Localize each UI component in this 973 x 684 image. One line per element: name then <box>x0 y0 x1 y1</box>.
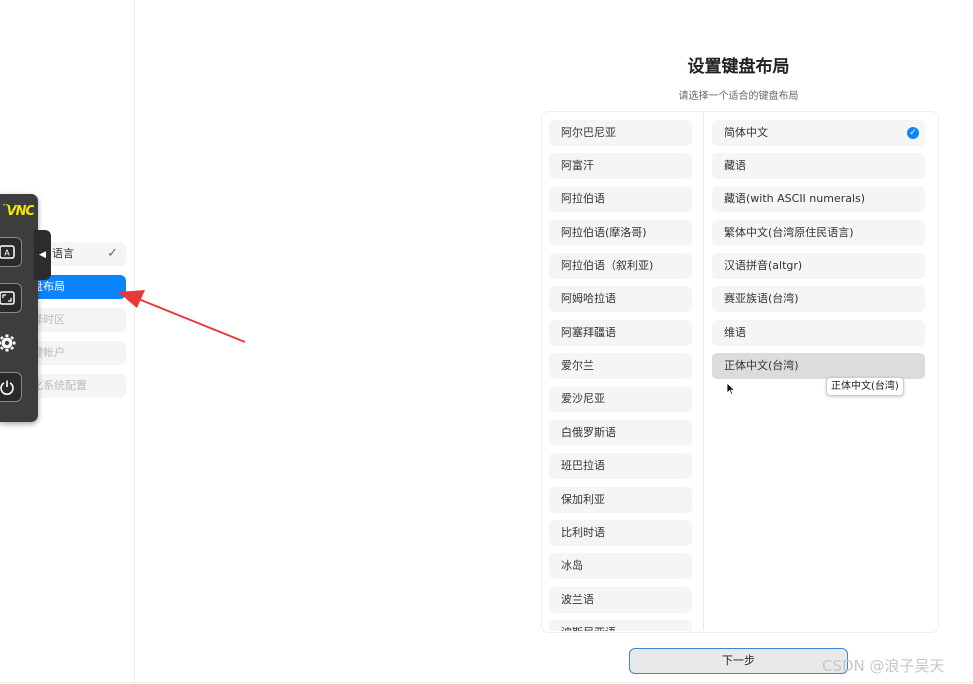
list-item[interactable]: 比利时语 <box>549 520 692 546</box>
list-item[interactable]: 保加利亚 <box>549 487 692 513</box>
fullscreen-icon[interactable] <box>0 283 22 313</box>
caret-left-icon: ◀ <box>39 250 46 260</box>
list-item[interactable]: 阿拉伯语 <box>549 186 692 212</box>
vnc-logo: •• VNC <box>2 204 34 219</box>
bottom-divider <box>0 682 973 683</box>
step-label: 语言 <box>52 247 74 260</box>
list-item[interactable]: 班巴拉语 <box>549 453 692 479</box>
list-item[interactable]: 阿塞拜疆语 <box>549 320 692 346</box>
mouse-cursor-icon <box>726 382 736 396</box>
list-item[interactable]: 阿拉伯语（叙利亚) <box>549 253 692 279</box>
checkmark-icon: ✓ <box>107 246 118 261</box>
list-item[interactable]: 爱尔兰 <box>549 353 692 379</box>
list-viewport[interactable]: 阿尔巴尼亚 阿富汗 阿拉伯语 阿拉伯语(摩洛哥) 阿拉伯语（叙利亚) 阿姆哈拉语… <box>541 111 937 631</box>
watermark: CSDN @浪子吴天 <box>822 657 945 675</box>
power-icon[interactable] <box>0 372 22 402</box>
keyboard-icon[interactable]: A <box>0 237 22 267</box>
tooltip: 正体中文(台湾) <box>826 377 904 396</box>
page-subtitle: 请选择一个适合的键盘布局 <box>678 91 799 102</box>
vnc-toolbar: •• VNC A <box>0 194 38 422</box>
list-item[interactable]: 藏语 <box>712 153 925 179</box>
list-item[interactable]: 赛亚族语(台湾) <box>712 286 925 312</box>
list-item[interactable]: 爱沙尼亚 <box>549 386 692 412</box>
next-button[interactable]: 下一步 <box>629 648 848 674</box>
gear-icon[interactable] <box>0 328 22 358</box>
page-title: 设置键盘布局 <box>687 57 790 77</box>
list-item[interactable]: 阿尔巴尼亚 <box>549 120 692 146</box>
list-item[interactable]: 藏语(with ASCII numerals) <box>712 186 925 212</box>
vnc-collapse-handle[interactable]: ◀ <box>34 230 51 280</box>
list-item[interactable]: 冰岛 <box>549 553 692 579</box>
list-item[interactable]: 汉语拼音(altgr) <box>712 253 925 279</box>
list-item[interactable]: 阿富汗 <box>549 153 692 179</box>
step-label: 化系统配置 <box>32 379 87 392</box>
list-item[interactable]: 繁体中文(台湾原住民语言) <box>712 220 925 246</box>
list-item[interactable]: 波兰语 <box>549 587 692 613</box>
list-item[interactable]: 维语 <box>712 320 925 346</box>
item-label: 简体中文 <box>724 126 768 139</box>
list-item[interactable]: 波斯尼亚语 <box>549 620 692 631</box>
list-item[interactable]: 阿姆哈拉语 <box>549 286 692 312</box>
list-item[interactable]: 白俄罗斯语 <box>549 420 692 446</box>
svg-text:A: A <box>4 249 10 258</box>
list-item-selected[interactable]: 简体中文 ✓ <box>712 120 925 146</box>
selected-check-icon: ✓ <box>907 127 919 139</box>
list-item-hovered[interactable]: 正体中文(台湾) <box>712 353 925 379</box>
list-item[interactable]: 阿拉伯语(摩洛哥) <box>549 220 692 246</box>
